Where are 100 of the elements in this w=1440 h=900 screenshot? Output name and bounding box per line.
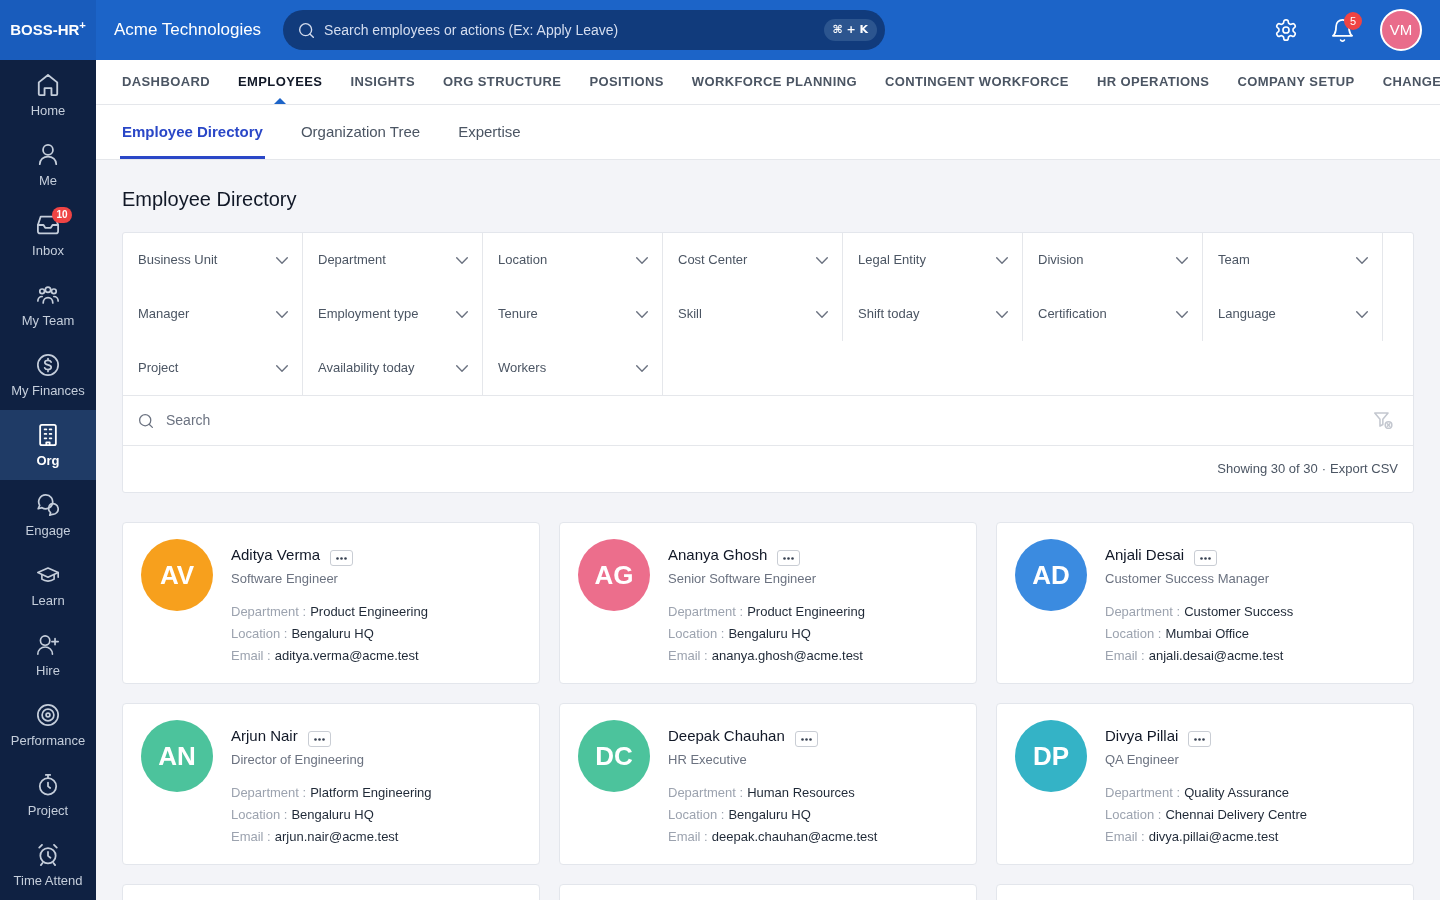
sub-tab[interactable]: Organization Tree: [298, 105, 423, 159]
more-button[interactable]: [330, 550, 354, 566]
search-field[interactable]: Search employees or actions (Ex: Apply Leave) ⌘ + K: [283, 10, 886, 50]
employee-name: Arjun Nair: [231, 726, 298, 746]
ellipsis-icon: [1200, 556, 1212, 560]
chevron-down-icon: [1356, 256, 1368, 264]
sub-tab[interactable]: Employee Directory: [120, 105, 265, 159]
sidebar-item[interactable]: Engage: [0, 480, 96, 550]
target-icon: [37, 704, 59, 726]
sidebar-item[interactable]: Inbox 10: [0, 200, 96, 270]
employee-name: Divya Pillai: [1105, 726, 1179, 746]
detail-label: Location :: [668, 625, 725, 643]
detail-value: Bengaluru HQ: [728, 806, 811, 824]
sub-tab[interactable]: Expertise: [456, 105, 523, 159]
search-field[interactable]: Search: [139, 396, 1374, 445]
filter-dropdown[interactable]: Skill: [663, 287, 843, 341]
filter-dropdown[interactable]: Division: [1023, 233, 1203, 287]
sidebar-item[interactable]: My Finances: [0, 340, 96, 410]
detail-value: anjali.desai@acme.test: [1148, 647, 1284, 665]
more-button[interactable]: [777, 550, 801, 566]
sidebar-item[interactable]: Org: [0, 410, 96, 480]
count-badge: 10: [52, 207, 72, 223]
detail-label: Location :: [1105, 806, 1162, 824]
dollar-icon: [37, 354, 59, 376]
detail-value: divya.pillai@acme.test: [1148, 828, 1279, 846]
user-plus-icon: [37, 634, 59, 656]
nav-tab[interactable]: HR OPERATIONS: [1096, 60, 1210, 104]
employee-name: Ananya Ghosh: [668, 545, 768, 565]
notifications-button[interactable]: 5: [1324, 12, 1360, 48]
sidebar-item[interactable]: Me: [0, 130, 96, 200]
sidebar-item[interactable]: My Team: [0, 270, 96, 340]
more-button[interactable]: [1188, 731, 1212, 747]
detail-value: Product Engineering: [310, 603, 428, 621]
filter-dropdown[interactable]: Team: [1203, 233, 1383, 287]
nav-tab[interactable]: DASHBOARD: [122, 60, 210, 104]
nav-tab[interactable]: WORKFORCE PLANNING: [691, 60, 857, 104]
sidebar-item[interactable]: Time Attend: [0, 830, 96, 900]
job-title: Senior Software Engineer: [668, 570, 818, 588]
detail-value: Chennai Delivery Centre: [1165, 806, 1307, 824]
filter-dropdown[interactable]: Language: [1203, 287, 1383, 341]
employee-avatar: AD: [1015, 539, 1087, 611]
export-link[interactable]: Export CSV: [1330, 459, 1398, 479]
filter-dropdown[interactable]: Availability today: [303, 341, 483, 395]
filter-dropdown[interactable]: Department: [303, 233, 483, 287]
employee-avatar: DP: [1015, 720, 1087, 792]
nav-tab[interactable]: ORG STRUCTURE: [442, 60, 562, 104]
more-button[interactable]: [307, 731, 331, 747]
more-button[interactable]: [1194, 550, 1218, 566]
detail-value: Bengaluru HQ: [291, 625, 374, 643]
filter-dropdown[interactable]: Workers: [483, 341, 663, 395]
nav-tab[interactable]: COMPANY SETUP: [1237, 60, 1355, 104]
detail-value: Mumbai Office: [1165, 625, 1249, 643]
employee-name: Aditya Verma: [231, 545, 321, 565]
filter-dropdown[interactable]: Tenure: [483, 287, 663, 341]
employee-avatar: DC: [578, 720, 650, 792]
job-title: HR Executive: [668, 751, 748, 769]
chevron-down-icon: [456, 256, 468, 264]
filter-dropdown[interactable]: Shift today: [843, 287, 1023, 341]
settings-icon: [1275, 19, 1297, 41]
filter-dropdown[interactable]: Cost Center: [663, 233, 843, 287]
detail-label: Email :: [1105, 647, 1145, 665]
filter-dropdown[interactable]: Employment type: [303, 287, 483, 341]
team-icon: [37, 284, 59, 306]
employee-avatar: AV: [141, 539, 213, 611]
more-button[interactable]: [794, 731, 818, 747]
sidebar-item[interactable]: Learn: [0, 550, 96, 620]
sidebar-item[interactable]: Project: [0, 760, 96, 830]
nav-tab[interactable]: CONTINGENT WORKFORCE: [884, 60, 1069, 104]
detail-label: Location :: [1105, 625, 1162, 643]
chevron-down-icon: [996, 310, 1008, 318]
job-title: Software Engineer: [231, 570, 339, 588]
filter-dropdown[interactable]: Certification: [1023, 287, 1203, 341]
ellipsis-icon: [336, 556, 348, 560]
nav-tab[interactable]: CHANGE: [1382, 60, 1440, 104]
chevron-down-icon: [456, 364, 468, 372]
chat-bubbles-icon: [37, 494, 59, 516]
filter-dropdown[interactable]: Project: [123, 341, 303, 395]
detail-label: Location :: [668, 806, 725, 824]
sidebar-item[interactable]: Performance: [0, 690, 96, 760]
filter-dropdown[interactable]: Manager: [123, 287, 303, 341]
sidebar-item[interactable]: Hire: [0, 620, 96, 690]
filter-dropdown[interactable]: Business Unit: [123, 233, 303, 287]
filter-dropdown[interactable]: Location: [483, 233, 663, 287]
detail-value: Bengaluru HQ: [728, 625, 811, 643]
sidebar-item[interactable]: Home: [0, 60, 96, 130]
detail-value: deepak.chauhan@acme.test: [711, 828, 878, 846]
chevron-down-icon: [636, 256, 648, 264]
filter-dropdown[interactable]: Legal Entity: [843, 233, 1023, 287]
job-title: Customer Success Manager: [1105, 570, 1270, 588]
detail-label: Department :: [668, 603, 744, 621]
detail-label: Department :: [231, 603, 307, 621]
job-title: Director of Engineering: [231, 751, 365, 769]
detail-value: Bengaluru HQ: [291, 806, 374, 824]
user-icon: [37, 144, 59, 166]
company-name: Acme Technologies: [114, 19, 262, 42]
detail-label: Email :: [668, 647, 708, 665]
nav-tab[interactable]: POSITIONS: [589, 60, 664, 104]
nav-tab[interactable]: INSIGHTS: [350, 60, 415, 104]
nav-tab[interactable]: EMPLOYEES: [238, 60, 323, 104]
detail-label: Department :: [231, 784, 307, 802]
